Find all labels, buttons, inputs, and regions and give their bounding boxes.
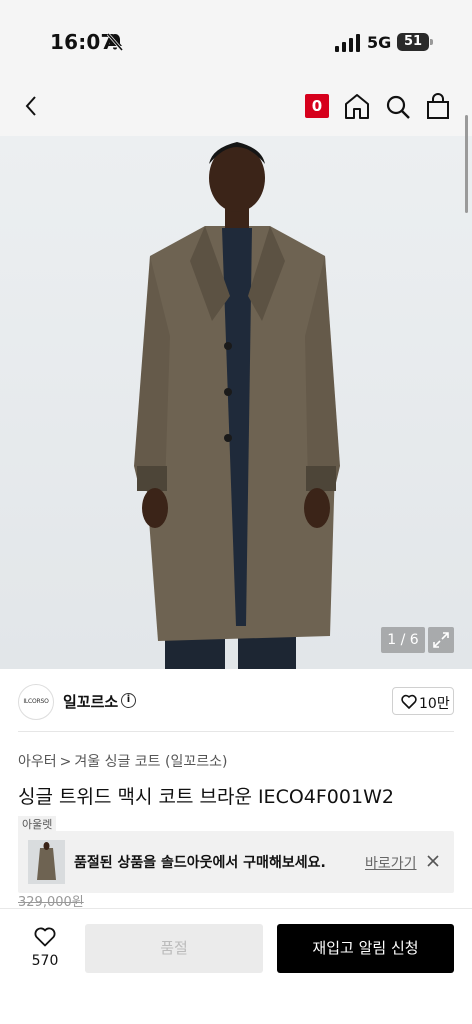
back-icon[interactable] — [20, 94, 44, 118]
divider — [18, 731, 454, 732]
search-icon[interactable] — [385, 94, 411, 120]
heart-icon — [34, 927, 56, 947]
top-navigation: 0 — [0, 86, 472, 136]
cellular-signal-icon — [335, 34, 360, 52]
brand-name[interactable]: 일꼬르소 — [63, 691, 118, 712]
breadcrumb-item-outer[interactable]: 아우터 — [18, 751, 57, 771]
shopping-bag-icon[interactable] — [425, 92, 451, 120]
battery-level: 51 — [403, 34, 423, 49]
recent-count-badge[interactable]: 0 — [305, 94, 329, 118]
soldout-button[interactable]: 품절 — [85, 924, 263, 973]
info-icon[interactable]: i — [121, 693, 136, 708]
product-image-gallery[interactable]: 1 / 6 — [0, 136, 472, 669]
product-photo — [134, 142, 340, 669]
banner-shortcut-link[interactable]: 바로가기 — [365, 853, 417, 873]
bell-muted-icon — [106, 33, 124, 51]
brand-like-button[interactable]: 10만 — [392, 687, 454, 715]
heart-icon — [401, 694, 417, 709]
battery-icon: 51 — [397, 33, 433, 51]
status-bar: 16:07 5G 51 — [0, 0, 472, 86]
product-title: 싱글 트위드 맥시 코트 브라운 IECO4F001W2 — [18, 786, 394, 808]
network-type: 5G — [367, 33, 392, 52]
banner-thumbnail — [28, 840, 65, 884]
bottom-action-bar: 570 품절 재입고 알림 신청 — [0, 908, 472, 1024]
banner-message: 품절된 상품을 솔드아웃에서 구매해보세요. — [74, 855, 326, 871]
expand-icon[interactable] — [428, 627, 454, 653]
brand-like-count: 10만 — [419, 696, 450, 712]
home-icon[interactable] — [344, 92, 370, 120]
restock-alert-button[interactable]: 재입고 알림 신청 — [277, 924, 454, 973]
image-counter: 1 / 6 — [381, 627, 425, 653]
wishlist-button[interactable]: 570 — [22, 923, 68, 973]
close-icon[interactable] — [426, 854, 440, 868]
scrollbar[interactable] — [465, 115, 468, 213]
breadcrumb: 아우터 > 겨울 싱글 코트 (일꼬르소) — [18, 751, 227, 771]
breadcrumb-separator: > — [59, 754, 72, 770]
soldout-banner: 품절된 상품을 솔드아웃에서 구매해보세요. 바로가기 — [18, 831, 454, 893]
brand-logo[interactable]: ILCORSO — [18, 684, 54, 720]
wishlist-count: 570 — [31, 953, 59, 969]
breadcrumb-item-category[interactable]: 겨울 싱글 코트 (일꼬르소) — [74, 751, 227, 771]
